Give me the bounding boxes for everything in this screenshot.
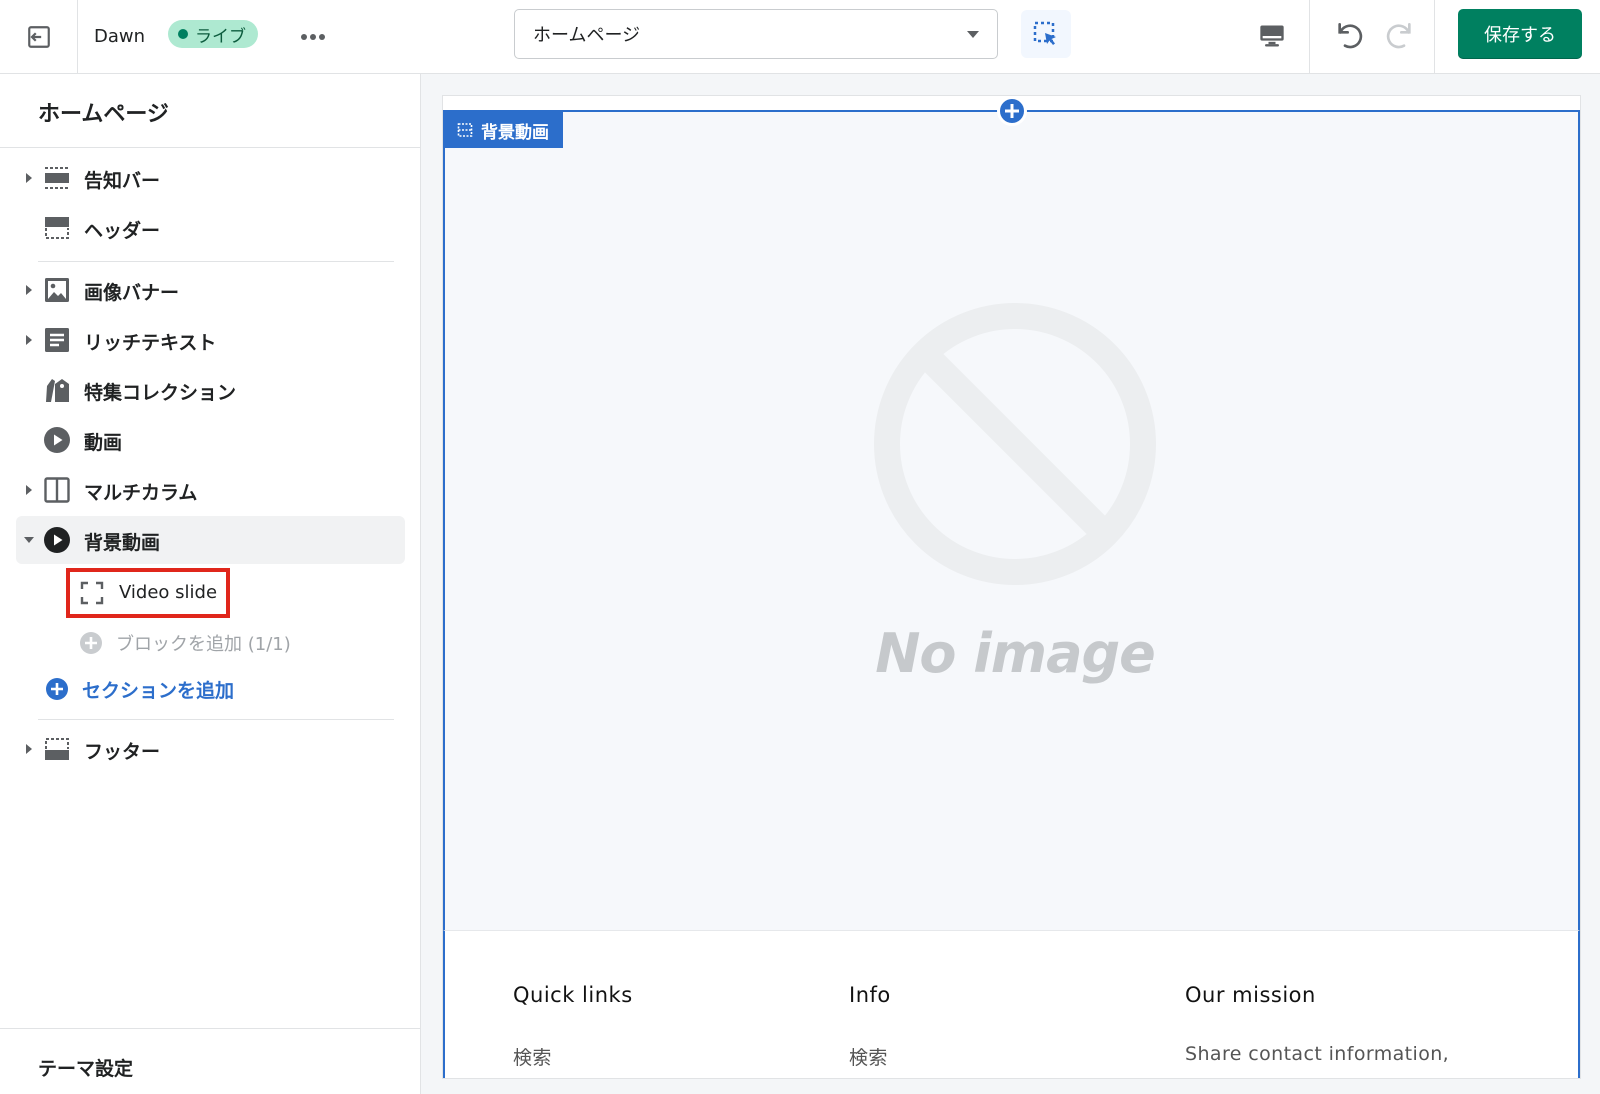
undo-icon xyxy=(1338,23,1363,49)
sidebar-item-label: マルチカラム xyxy=(84,482,198,504)
sidebar-item-rich-text[interactable]: リッチテキスト xyxy=(16,316,405,364)
exit-button[interactable] xyxy=(0,0,78,73)
play-circle-icon xyxy=(43,526,71,554)
footer-heading: Quick links xyxy=(513,983,633,1007)
sidebar-item-announcement-bar[interactable]: 告知バー xyxy=(16,154,405,202)
expand-arrow-icon xyxy=(26,335,32,345)
block-item-video-slide[interactable]: Video slide xyxy=(66,568,230,618)
add-circle-icon xyxy=(80,632,102,654)
add-section-inline-button[interactable] xyxy=(997,96,1027,126)
select-cursor-icon xyxy=(1033,21,1056,45)
sidebar-item-image-banner[interactable]: 画像バナー xyxy=(16,266,405,314)
sidebar-item-label: リッチテキスト xyxy=(84,332,217,354)
page-select-value: ホームページ xyxy=(533,25,641,46)
sidebar-item-label: 背景動画 xyxy=(84,532,161,554)
device-preview-button[interactable] xyxy=(1250,14,1294,58)
inspector-toggle-button[interactable] xyxy=(1021,10,1071,58)
collection-tag-icon xyxy=(43,376,71,404)
sidebar-item-footer[interactable]: フッター xyxy=(16,725,405,773)
no-image-icon xyxy=(874,303,1156,585)
plus-icon xyxy=(1005,104,1019,118)
sidebar-item-video[interactable]: 動画 xyxy=(16,416,405,464)
footer-icon xyxy=(43,735,71,763)
image-icon xyxy=(43,276,71,304)
redo-icon xyxy=(1386,23,1411,49)
add-block-label: ブロックを追加 (1/1) xyxy=(116,634,291,655)
sidebar-item-label: 告知バー xyxy=(84,170,161,192)
sidebar-item-featured-collection[interactable]: 特集コレクション xyxy=(16,366,405,414)
expand-arrow-icon xyxy=(26,744,32,754)
footer-column-info: Info 検索 xyxy=(849,983,891,1070)
sidebar-title: ホームページ xyxy=(38,102,169,127)
no-image-placeholder: No image xyxy=(855,298,1175,718)
block-frame-icon xyxy=(80,581,104,605)
announcement-bar-icon xyxy=(43,164,71,192)
block-label: Video slide xyxy=(119,582,218,603)
add-circle-icon xyxy=(46,678,68,700)
storefront-preview: 背景動画 No image Quick links 検索 Info 検索 Our… xyxy=(421,74,1600,1094)
divider xyxy=(38,719,394,720)
section-icon xyxy=(457,123,473,137)
add-section-label: セクションを追加 xyxy=(82,679,235,702)
redo-button[interactable] xyxy=(1377,12,1423,58)
header-icon xyxy=(43,214,71,242)
toolbar-divider xyxy=(1434,0,1435,73)
footer-column-mission: Our mission Share contact information, xyxy=(1185,983,1449,1065)
expand-arrow-icon xyxy=(26,285,32,295)
divider xyxy=(0,1028,420,1029)
expand-arrow-icon xyxy=(26,485,32,495)
columns-icon xyxy=(43,476,71,504)
sidebar-item-label: 動画 xyxy=(84,432,123,454)
expand-arrow-icon xyxy=(26,173,32,183)
live-status-badge: ライブ xyxy=(168,20,258,48)
preview-frame: 背景動画 No image Quick links 検索 Info 検索 Our… xyxy=(443,96,1580,1078)
top-bar: Dawn ライブ ホームページ 保存する xyxy=(0,0,1600,74)
section-tag-label: 背景動画 xyxy=(481,122,549,143)
sidebar-item-label: 特集コレクション xyxy=(84,382,237,404)
add-block-button[interactable]: ブロックを追加 (1/1) xyxy=(80,626,291,660)
ellipsis-icon xyxy=(301,34,325,40)
collapse-arrow-icon xyxy=(24,537,34,543)
text-block-icon xyxy=(43,326,71,354)
divider xyxy=(38,261,394,262)
theme-settings-link[interactable]: テーマ設定 xyxy=(38,1054,133,1081)
footer-text: Share contact information, xyxy=(1185,1043,1450,1065)
footer-column-quick-links: Quick links 検索 xyxy=(513,983,633,1070)
sidebar-item-label: ヘッダー xyxy=(84,220,161,242)
divider xyxy=(0,147,420,148)
exit-icon xyxy=(27,25,50,48)
sidebar-item-label: 画像バナー xyxy=(84,282,180,304)
save-button[interactable]: 保存する xyxy=(1458,9,1582,59)
chevron-down-icon xyxy=(967,31,979,38)
sidebar-item-label: フッター xyxy=(84,741,161,763)
footer-heading: Info xyxy=(849,983,891,1007)
undo-button[interactable] xyxy=(1326,12,1372,58)
sections-sidebar: ホームページ 告知バー ヘッダー 画像バナー リッチテキスト 特集コレクション … xyxy=(0,74,421,1094)
live-dot-icon xyxy=(178,29,188,39)
page-select[interactable]: ホームページ xyxy=(514,9,998,59)
toolbar-divider xyxy=(1309,0,1310,73)
background-video-section[interactable]: 背景動画 No image xyxy=(443,110,1580,930)
no-image-text: No image xyxy=(875,622,1156,685)
theme-name: Dawn xyxy=(94,26,146,47)
more-actions-button[interactable] xyxy=(296,22,330,52)
footer-heading: Our mission xyxy=(1185,983,1316,1007)
sidebar-item-header[interactable]: ヘッダー xyxy=(16,204,405,252)
footer-link[interactable]: 検索 xyxy=(849,1043,891,1070)
store-footer: Quick links 検索 Info 検索 Our mission Share… xyxy=(443,930,1580,1078)
footer-link[interactable]: 検索 xyxy=(513,1043,633,1070)
sidebar-item-background-video[interactable]: 背景動画 xyxy=(16,516,405,564)
add-section-button[interactable]: セクションを追加 xyxy=(46,672,234,706)
play-circle-icon xyxy=(43,426,71,454)
live-badge-label: ライブ xyxy=(195,26,246,47)
sidebar-item-multicolumn[interactable]: マルチカラム xyxy=(16,466,405,514)
section-tag[interactable]: 背景動画 xyxy=(445,112,563,148)
desktop-icon xyxy=(1260,25,1284,47)
